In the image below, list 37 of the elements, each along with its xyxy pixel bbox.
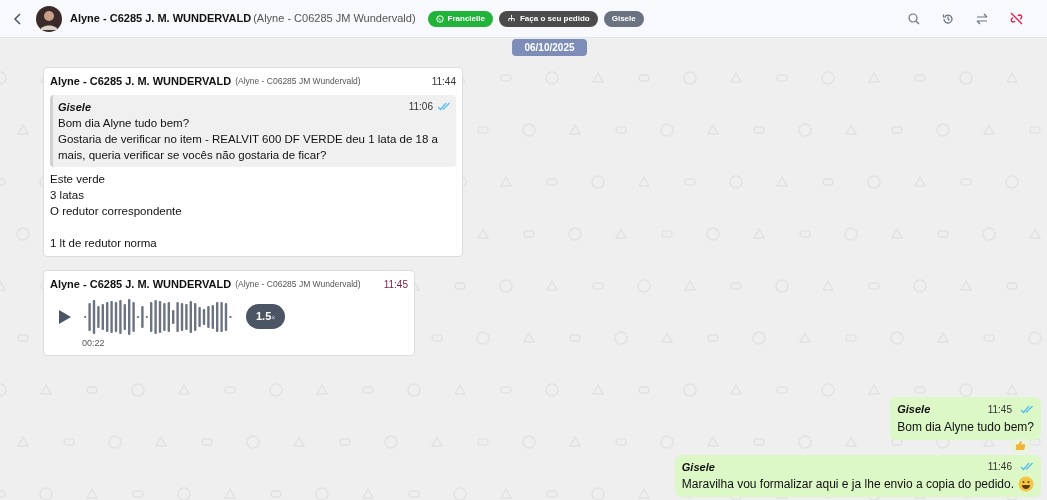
message-text: O redutor correspondente	[50, 204, 183, 219]
message-text: Maravilha vou formalizar aqui e ja lhe envio a copia do pedido.	[681, 476, 1014, 493]
search-icon[interactable]	[908, 12, 920, 25]
sender-name: Gisele	[681, 459, 715, 475]
whatsapp-icon	[435, 14, 444, 23]
tag[interactable]: Faça o seu pedido	[498, 10, 598, 27]
message-time: 11:44	[431, 74, 456, 89]
audio-duration: 00:22	[82, 336, 106, 350]
sender-name: Alyne - C6285 J. M. WUNDERVALD	[50, 74, 232, 89]
quoted-sender: Gisele	[58, 99, 92, 115]
sender-alias: (Alyne - C06285 JM Wundervald)	[235, 277, 361, 291]
message-time: 11:45	[383, 277, 408, 292]
swap-icon[interactable]	[976, 12, 988, 25]
thumbs-up-icon	[1015, 439, 1026, 451]
back-icon[interactable]	[12, 11, 24, 26]
quoted-text: Gostaria de verificar no item - REALVIT 600 DF VERDE deu 1 lata de 18 a mais, queria verificar se vocês não gostaria de ficar?	[58, 132, 439, 163]
quoted-time: 11:06	[408, 100, 433, 115]
message-time: 11:46	[987, 460, 1012, 475]
contact-alias: (Alyne - C06285 JM Wundervald)	[253, 11, 416, 27]
message-text: 1 lt de redutor norma	[50, 236, 158, 251]
avatar	[36, 5, 62, 32]
sender-name: Alyne - C6285 J. M. WUNDERVALD	[50, 277, 232, 292]
quoted-text: Bom dia Alyne tudo bem?	[58, 116, 191, 131]
history-icon[interactable]	[942, 12, 954, 25]
unlink-icon[interactable]	[1010, 12, 1023, 25]
sender-alias: (Alyne - C06285 JM Wundervald)	[235, 74, 361, 88]
message-time: 11:45	[987, 402, 1012, 417]
sender-name: Gisele	[897, 402, 931, 417]
quoted-message[interactable]: Gisele 11:06 Bom dia Alyne tudo bem? Gostaria de verificar no item - REALVIT 600 DF VERDE deu 1 lata de 18 a mais, queria verificar se vocês não gostaria de ficar?	[50, 94, 456, 167]
play-icon[interactable]	[58, 308, 72, 325]
hierarchy-icon	[506, 14, 516, 23]
date-chip: 06/10/2025	[512, 39, 587, 56]
tag[interactable]: Gisele	[603, 10, 644, 27]
message-text: Este verde	[50, 172, 106, 187]
contact-name: Alyne - C6285 J. M. WUNDERVALD	[70, 11, 252, 27]
message-text: 3 latas	[50, 188, 85, 203]
message-text: Bom dia Alyne tudo bem?	[897, 418, 1034, 436]
